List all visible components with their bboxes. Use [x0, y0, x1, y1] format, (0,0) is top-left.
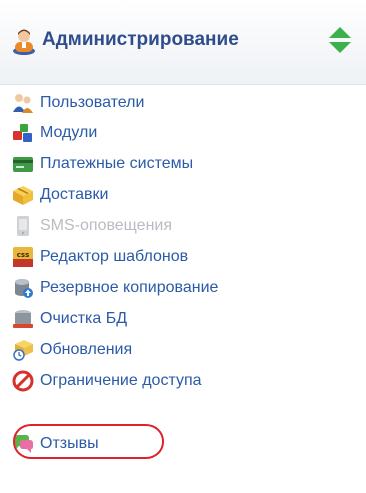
menu-item-label: Модули [40, 124, 98, 141]
backup-database-icon [12, 277, 34, 299]
up-down-arrows-icon[interactable] [327, 25, 353, 55]
menu-item-label: Ограничение доступа [40, 372, 202, 389]
menu-item-label: Очистка БД [40, 310, 128, 327]
clean-database-icon [12, 308, 34, 330]
menu-item-label: Отзывы [40, 435, 99, 452]
users-icon [12, 92, 34, 114]
no-access-icon [12, 370, 34, 392]
menu-item-label: Редактор шаблонов [40, 248, 189, 265]
delivery-box-icon [12, 184, 34, 206]
menu-item-label: SMS-оповещения [40, 217, 172, 234]
menu-item-label: Доставки [40, 186, 109, 203]
menu-item-label: Платежные системы [40, 155, 194, 172]
panel-title: Администрирование [42, 29, 239, 50]
modules-icon [12, 122, 34, 144]
svg-text:css: css [17, 251, 29, 259]
reviews-chat-icon [12, 433, 34, 455]
admin-panel: Администрирование Пользователи Модули Пл… [0, 0, 366, 493]
sms-phone-icon [12, 215, 34, 237]
payment-card-icon [12, 153, 34, 175]
updates-icon [12, 339, 34, 361]
admin-user-icon [11, 27, 37, 55]
menu-item-label: Обновления [40, 341, 133, 358]
menu-item-label: Резервное копирование [40, 279, 219, 296]
panel-header: Администрирование [0, 0, 366, 85]
css-icon: css [12, 246, 34, 268]
menu-item-label: Пользователи [40, 94, 145, 111]
